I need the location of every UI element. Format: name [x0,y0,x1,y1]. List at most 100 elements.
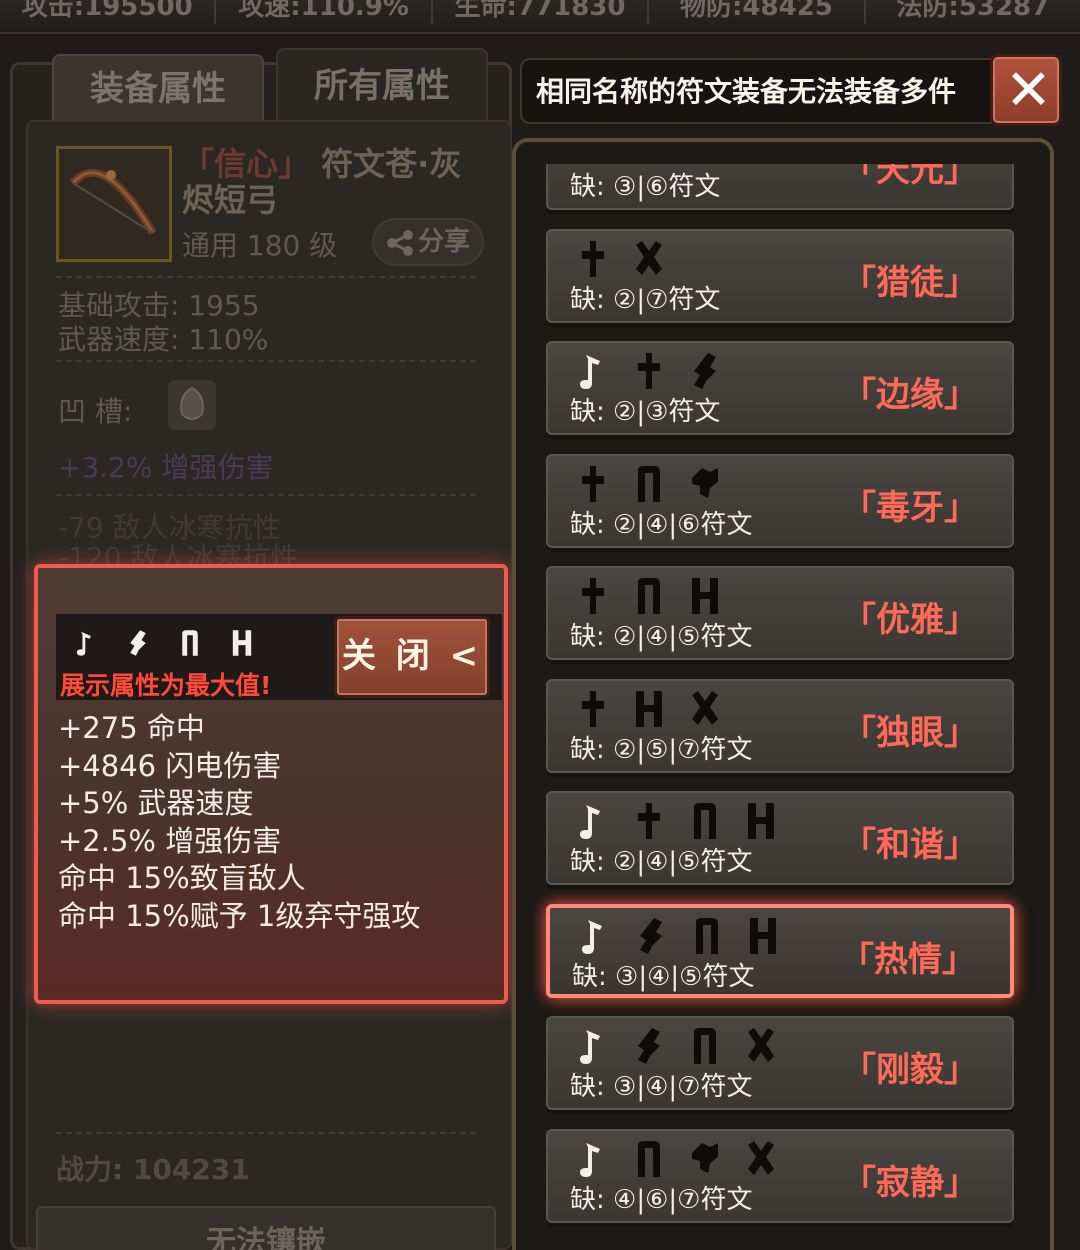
share-icon [387,230,413,256]
divider [56,360,476,362]
rune-set-popup: 展示属性为最大值! 关 闭 < +275 命中 +4846 闪电伤害 +5% 武… [34,564,508,1004]
rune-set-name: 「优雅」 [842,600,978,640]
bonus-line: +3.2% 增强伤害 [58,451,274,484]
rune-h-icon [750,917,776,954]
rune-h-icon [748,803,774,839]
rune-set-item[interactable]: 缺: ②|④|⑤符文 「优雅」 [546,566,1014,660]
missing-runes: 缺: ④|⑥|⑦符文 [570,1184,753,1215]
popup-rune-row [74,628,254,658]
rune-slash-icon [640,917,662,954]
rune-h-icon [636,690,662,727]
popup-attribute: 命中 15%赋予 1级弃守强攻 [58,898,421,933]
socket-slot[interactable] [168,380,216,430]
missing-runes: 缺: ③|⑥符文 [570,172,721,202]
rune-row [576,689,722,729]
missing-runes: 缺: ②|④|⑤符文 [570,622,753,652]
rune-plus-icon [638,353,660,389]
rune-plus-icon [582,690,604,727]
item-level: 通用 180 级 [182,229,338,262]
rune-plus-icon [638,803,660,839]
popup-attribute-list: +275 命中 +4846 闪电伤害 +5% 武器速度 +2.5% 增强伤害 命… [58,710,420,935]
rune-row [576,1026,778,1066]
tab-all-attributes[interactable]: 所有属性 [276,48,488,120]
rune-row [578,916,780,956]
close-button[interactable]: ✕ [990,54,1062,126]
rune-j-icon [580,1030,600,1064]
rune-row [576,1139,778,1179]
missing-runes: 缺: ②|⑦符文 [570,284,721,315]
missing-runes: 缺: ②|④|⑥符文 [570,509,753,540]
rune-set-item[interactable]: 缺: ②|⑦符文 「猎徒」 [546,228,1014,323]
rune-n-icon [694,803,716,839]
rune-set-item[interactable]: 缺: ②|③符文 「边缘」 [546,341,1014,435]
popup-attribute: +275 命中 [58,711,205,745]
rune-set-item[interactable]: 缺: ③|⑥符文 「天元」 [546,164,1014,210]
close-x-icon: ✕ [1005,58,1052,123]
rune-n-icon [696,917,718,954]
rune-n-icon [182,630,198,656]
rune-plus-icon [582,465,604,502]
rune-set-list[interactable]: 缺: ③|⑥符文 「天元」 缺: ②|⑦符文 「猎徒」 缺: ②|③符文 「边缘」 缺: ②… [532,164,1034,1250]
popup-close-button[interactable]: 关 闭 < [334,616,490,698]
rune-slash-icon [638,1028,660,1064]
item-name: 「信心」 符文苍·灰烬短弓 [182,146,492,218]
stat-attack-speed: 攻速:110.9% [216,0,433,24]
gem-icon [180,386,204,420]
rune-set-item[interactable]: 缺: ②|④|⑥符文 「毒牙」 [546,453,1014,548]
rune-j-icon [76,631,91,656]
rune-set-list-header: 相同名称的符文装备无法装备多件 [520,58,992,124]
socket-label: 凹 槽: [58,395,133,428]
rune-j-icon [580,355,600,389]
rune-set-name: 「热情」 [840,939,976,980]
rune-set-item[interactable]: 缺: ③|④|⑤符文 「热情」 [546,903,1014,998]
rune-plus-icon [582,578,604,614]
rune-set-item[interactable]: 缺: ②|⑤|⑦符文 「独眼」 [546,678,1014,773]
rune-set-name: 「猎徒」 [842,262,978,303]
rune-x-icon [748,1140,774,1175]
divider [56,276,476,278]
cannot-inlay-button[interactable]: 无法镶嵌 [36,1206,496,1250]
rune-set-name: 「寂静」 [842,1162,978,1203]
rune-j-icon [580,1142,600,1177]
rune-slash-icon [130,630,146,656]
share-button[interactable]: 分享 [372,218,484,266]
missing-runes: 缺: ③|④|⑤符文 [572,961,755,992]
rune-set-item[interactable]: 缺: ②|④|⑤符文 「和谐」 [546,791,1014,885]
popup-note: 展示属性为最大值! [60,671,272,700]
rune-n-icon [638,578,660,614]
popup-attribute: +5% 武器速度 [58,786,254,820]
rune-h-icon [692,578,718,614]
rune-j-icon [582,919,602,954]
rune-set-item[interactable]: 缺: ③|④|⑦符文 「刚毅」 [546,1016,1014,1110]
rune-row [576,801,778,841]
popup-attribute: +2.5% 增强伤害 [58,823,282,858]
rune-set-name: 「独眼」 [842,712,978,753]
bow-icon [69,169,157,236]
missing-runes: 缺: ②|⑤|⑦符文 [570,734,753,765]
rune-n-icon [694,1028,716,1064]
rune-set-name: 「和谐」 [842,825,978,865]
rune-blob-icon [692,467,718,498]
stat-hp: 生命:771830 [433,0,650,24]
missing-runes: 缺: ②|④|⑤符文 [570,847,753,877]
rune-row [576,239,666,279]
stat-magic-def: 法防:53287 [896,0,1050,22]
rune-row [576,351,722,391]
rune-slash-icon [694,353,716,389]
top-stats-bar: 攻击:195500 攻速:110.9% 生命:771830 物防:48425 法… [0,0,1080,34]
rune-set-name: 「边缘」 [842,375,978,415]
rune-x-icon [748,1028,774,1062]
rune-set-name: 「刚毅」 [842,1050,978,1090]
rune-set-name: 「毒牙」 [842,487,978,528]
rune-n-icon [638,1140,660,1177]
rune-j-icon [580,805,600,839]
missing-runes: 缺: ③|④|⑦符文 [570,1072,753,1102]
rune-row [576,464,722,504]
share-label: 分享 [418,227,471,257]
tab-equipment-attributes[interactable]: 装备属性 [52,54,264,120]
rune-set-item[interactable]: 缺: ④|⑥|⑦符文 「寂静」 [546,1128,1014,1223]
missing-runes: 缺: ②|③符文 [570,397,721,427]
popup-attribute: 命中 15%致盲敌人 [58,861,306,895]
rune-row [576,576,722,616]
combat-power: 战力: 104231 [56,1153,250,1186]
